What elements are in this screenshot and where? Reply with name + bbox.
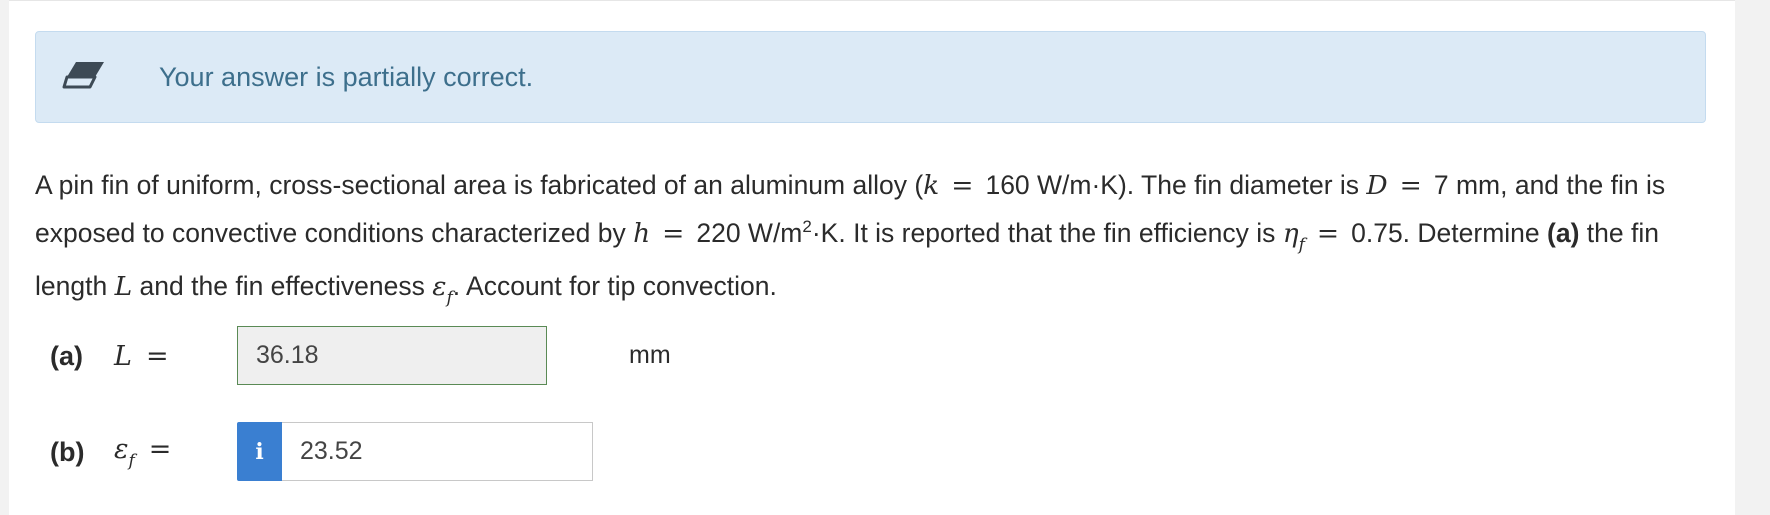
question-text-part: 160 W/m·K). The fin diameter is	[985, 170, 1367, 200]
question-panel: Your answer is partially correct. A pin …	[9, 0, 1735, 515]
eraser-icon	[62, 62, 104, 89]
answer-variable: εf =	[114, 434, 228, 471]
answer-input-group-b: i 23.52	[237, 422, 593, 481]
answer-row-a: (a) L =	[50, 326, 228, 386]
part-a-label: (a)	[1547, 218, 1580, 248]
equals-sign: =	[951, 170, 974, 201]
subscript: f	[1298, 235, 1305, 255]
question-text-part: ·K. It is reported that the fin efficien…	[811, 218, 1283, 248]
question-text-part: A pin fin of uniform, cross-sectional ar…	[35, 170, 924, 200]
var-k: k	[923, 170, 940, 201]
variable-symbol: ε	[114, 433, 129, 465]
partial-correct-alert: Your answer is partially correct.	[35, 31, 1706, 123]
var-l: L	[114, 271, 133, 302]
question-text-part: 0.75. Determine	[1351, 218, 1548, 248]
question-text-part: . Account for tip convection.	[452, 271, 777, 301]
equals-sign: =	[1399, 170, 1422, 201]
var-h: h	[633, 218, 651, 249]
part-label: (a)	[50, 340, 83, 371]
alert-message: Your answer is partially correct.	[159, 62, 534, 92]
superscript: 2	[802, 217, 812, 236]
unit-label: mm	[629, 341, 671, 369]
subscript: f	[128, 450, 135, 471]
equals-sign: =	[145, 340, 169, 372]
part-label: (b)	[50, 436, 85, 467]
var-d: D	[1366, 170, 1388, 201]
question-text: A pin fin of uniform, cross-sectional ar…	[35, 165, 1715, 319]
var-eta: η	[1282, 218, 1299, 249]
var-epsilon: ε	[432, 271, 447, 302]
answer-variable: L =	[114, 341, 228, 372]
answer-row-b: (b) εf =	[50, 422, 228, 482]
equals-sign: =	[1316, 218, 1340, 249]
info-icon[interactable]: i	[237, 422, 282, 481]
answer-input-a[interactable]: 36.18	[237, 326, 547, 385]
equals-sign: =	[662, 218, 685, 249]
question-text-part: and the fin effectiveness	[132, 271, 433, 301]
equals-sign: =	[148, 433, 172, 465]
variable-symbol: L	[114, 340, 132, 372]
answer-input-b[interactable]: 23.52	[282, 422, 593, 481]
question-text-part: 220 W/m	[696, 218, 803, 248]
